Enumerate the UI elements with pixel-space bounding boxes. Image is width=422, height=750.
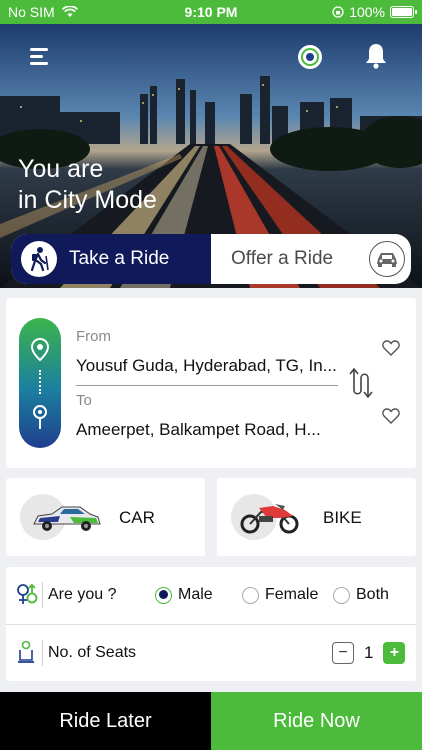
status-bar: No SIM 9:10 PM 100% [0,0,422,24]
swap-locations-icon[interactable] [346,366,378,400]
take-a-ride-label: Take a Ride [69,248,170,269]
offer-a-ride-label: Offer a Ride [231,248,334,269]
to-address-field[interactable]: Ameerpet, Balkampet Road, H... [76,420,321,440]
favorite-from-heart-icon[interactable] [382,340,400,356]
vehicle-option-bike[interactable]: BIKE [217,478,416,556]
city-mode-title: You are in City Mode [18,154,157,216]
gender-option-female-label: Female [265,586,319,603]
hiker-icon [21,241,57,277]
gender-row-separator [42,582,43,608]
tab-take-a-ride[interactable]: Take a Ride [11,234,211,284]
car-front-icon [369,241,405,277]
orientation-lock-icon [332,6,344,18]
seats-label: No. of Seats [48,644,137,661]
gender-option-both[interactable]: Both [333,586,389,604]
route-card: From Yousuf Guda, Hyderabad, TG, In... T… [6,298,416,468]
gender-option-both-label: Both [356,586,389,603]
favorite-to-heart-icon[interactable] [382,408,400,424]
hero-title-line2: in City Mode [18,186,157,214]
drop-pin-icon [33,405,47,429]
gender-label: Are you ? [48,586,117,603]
battery-icon [390,6,417,18]
route-dotted-line [39,370,41,394]
seats-row: No. of Seats − 1 + [6,625,416,681]
pickup-pin-icon [30,338,50,362]
seats-stepper: − 1 + [332,642,406,664]
to-label: To [76,392,92,409]
from-address-field[interactable]: Yousuf Guda, Hyderabad, TG, In... [76,356,337,376]
gender-icon [17,583,38,604]
bike-label: BIKE [323,508,362,527]
ride-type-toggle: Take a Ride Offer a Ride [11,234,411,284]
seat-icon [18,640,34,663]
bottom-action-bar: Ride Later Ride Now [0,692,422,750]
battery-percent: 100% [349,4,385,20]
location-target-icon[interactable] [296,43,324,71]
bike-icon [231,494,311,540]
radio-both[interactable] [333,586,350,604]
hero-title-line1: You are [18,155,104,183]
gender-row: Are you ? Male Female Both [6,567,416,623]
seats-increment-button[interactable]: + [383,642,406,664]
menu-icon[interactable] [28,45,50,67]
gender-option-male[interactable]: Male [155,586,213,604]
from-label: From [76,328,111,345]
vehicle-option-car[interactable]: CAR [6,478,205,556]
route-indicator [19,318,61,448]
tab-offer-a-ride[interactable]: Offer a Ride [211,234,411,284]
gender-option-female[interactable]: Female [242,586,318,604]
car-icon [20,494,101,540]
ride-later-button[interactable]: Ride Later [0,692,211,750]
gender-option-male-label: Male [178,586,213,603]
notification-bell-icon[interactable] [364,42,388,70]
ride-preferences-card: Are you ? Male Female Both No. of Seats … [6,567,416,681]
radio-male[interactable] [155,586,172,604]
car-label: CAR [119,508,155,527]
seats-decrement-button[interactable]: − [332,642,354,664]
address-divider [76,385,338,386]
seats-row-separator [42,640,43,666]
radio-female[interactable] [242,586,259,604]
battery-status: 100% [332,4,417,20]
seats-value: 1 [364,643,374,662]
ride-now-button[interactable]: Ride Now [211,692,422,750]
